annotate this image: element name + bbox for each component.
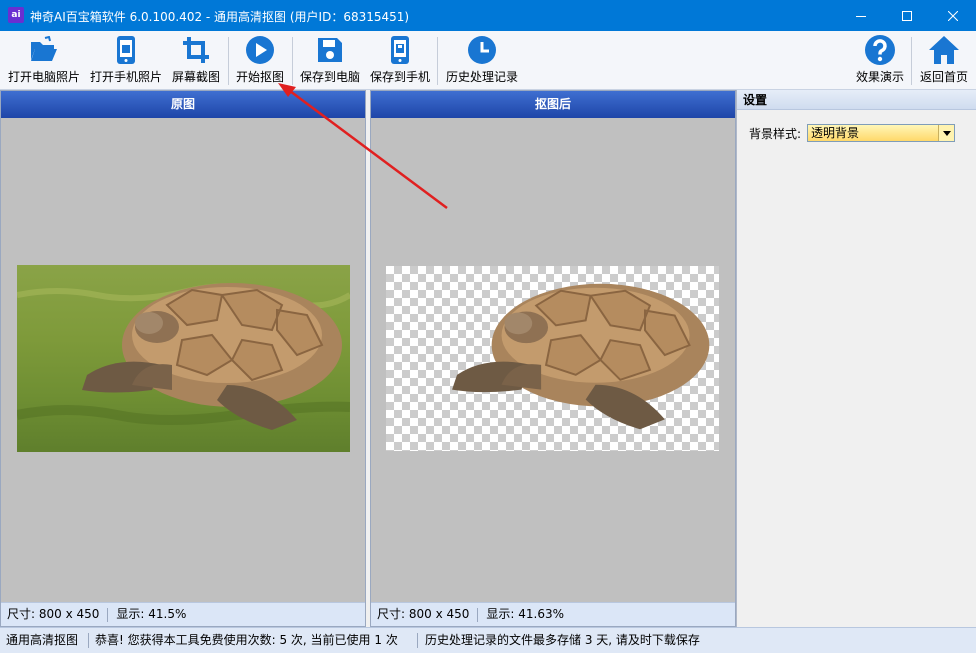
save-to-phone-label: 保存到手机 — [369, 70, 430, 84]
maximize-icon — [902, 10, 912, 21]
settings-title: 设置 — [737, 90, 976, 110]
save-disk-icon — [314, 34, 346, 66]
clock-icon — [466, 34, 498, 66]
home-button[interactable]: 返回首页 — [916, 34, 972, 88]
title-bar[interactable]: ai 神奇AI百宝箱软件 6.0.100.402 - 通用高清抠图 (用户ID：… — [0, 0, 976, 31]
status-separator — [417, 633, 418, 648]
status-bar: 通用高清抠图 恭喜! 您获得本工具免费使用次数: 5 次, 当前已使用 1 次 … — [0, 627, 976, 653]
background-style-label: 背景样式: — [749, 126, 802, 141]
window-title: 神奇AI百宝箱软件 6.0.100.402 - 通用高清抠图 (用户ID：683… — [30, 10, 410, 24]
toolbar-separator — [911, 37, 912, 85]
result-image-panel: 抠图后 尺寸: 800 x 450 显示: 41.63% — [370, 90, 736, 627]
original-image-panel: 原图 尺寸: 800 x 450 显示: 41.5% — [0, 90, 366, 627]
toolbar: 打开电脑照片 打开手机照片 屏幕截图 开始抠图 保存到电脑 保存到手机 历史处理… — [0, 31, 976, 90]
save-to-pc-label: 保存到电脑 — [299, 70, 360, 84]
open-pc-photo-label: 打开电脑照片 — [7, 70, 80, 84]
demo-button[interactable]: 效果演示 — [854, 34, 906, 88]
result-panel-status: 尺寸: 800 x 450 显示: 41.63% — [371, 602, 735, 626]
start-cutout-button[interactable]: 开始抠图 — [232, 34, 288, 88]
status-message: 恭喜! 您获得本工具免费使用次数: 5 次, 当前已使用 1 次 — [95, 633, 398, 647]
open-pc-photo-button[interactable]: 打开电脑照片 — [6, 34, 82, 88]
home-label: 返回首页 — [919, 70, 968, 84]
close-button[interactable] — [930, 0, 976, 31]
home-icon — [928, 34, 960, 66]
tortoise-image — [17, 283, 350, 430]
crop-icon — [180, 34, 212, 66]
screenshot-label: 屏幕截图 — [171, 70, 220, 84]
screenshot-button[interactable]: 屏幕截图 — [168, 34, 224, 88]
original-panel-title: 原图 — [1, 91, 365, 118]
minimize-button[interactable] — [838, 0, 884, 31]
maximize-button[interactable] — [884, 0, 930, 31]
tortoise — [452, 283, 710, 430]
history-button[interactable]: 历史处理记录 — [444, 34, 520, 88]
open-phone-photo-label: 打开手机照片 — [89, 70, 162, 84]
result-zoom-text: 显示: 41.63% — [486, 607, 565, 621]
background-style-value: 透明背景 — [811, 126, 860, 140]
toolbar-separator — [292, 37, 293, 85]
toolbar-separator — [437, 37, 438, 85]
play-icon — [244, 34, 276, 66]
background-style-select[interactable]: 透明背景 — [807, 124, 956, 142]
status-separator — [88, 633, 89, 648]
toolbar-separator — [228, 37, 229, 85]
result-photo[interactable] — [386, 266, 719, 451]
status-mode: 通用高清抠图 — [6, 633, 79, 647]
start-cutout-label: 开始抠图 — [235, 70, 284, 84]
help-icon — [864, 34, 896, 66]
phone-icon — [110, 34, 142, 66]
background-style-row: 背景样式: 透明背景 — [749, 124, 956, 142]
result-panel-title: 抠图后 — [371, 91, 735, 118]
status-note: 历史处理记录的文件最多存储 3 天, 请及时下载保存 — [425, 633, 700, 647]
settings-panel: 设置 背景样式: 透明背景 — [736, 90, 976, 627]
save-to-pc-button[interactable]: 保存到电脑 — [298, 34, 362, 88]
tortoise-cutout-image — [452, 283, 710, 430]
close-icon — [948, 10, 958, 21]
original-size-text: 尺寸: 800 x 450 — [7, 607, 100, 621]
minimize-icon — [856, 15, 866, 17]
dropdown-arrow-icon[interactable] — [938, 125, 955, 141]
original-zoom-text: 显示: 41.5% — [116, 607, 187, 621]
original-photo[interactable] — [17, 265, 350, 452]
save-to-phone-button[interactable]: 保存到手机 — [368, 34, 432, 88]
original-panel-status: 尺寸: 800 x 450 显示: 41.5% — [1, 602, 365, 626]
folder-open-icon — [28, 34, 60, 66]
phone-save-icon — [384, 34, 416, 66]
history-label: 历史处理记录 — [445, 70, 518, 84]
result-size-text: 尺寸: 800 x 450 — [377, 607, 470, 621]
demo-label: 效果演示 — [855, 70, 904, 84]
app-logo-icon: ai — [8, 7, 24, 23]
open-phone-photo-button[interactable]: 打开手机照片 — [88, 34, 164, 88]
